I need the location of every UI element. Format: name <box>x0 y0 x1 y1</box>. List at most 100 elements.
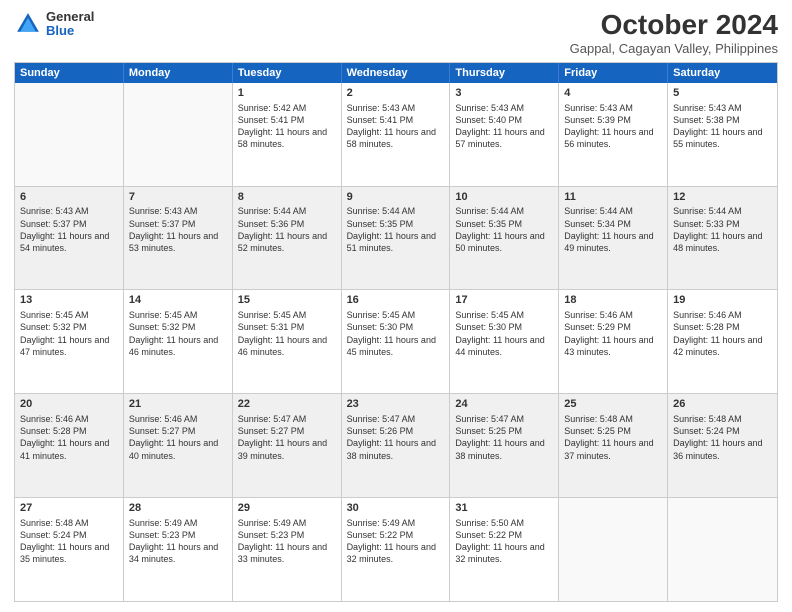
day-info: Sunset: 5:22 PM <box>455 529 553 541</box>
day-number: 31 <box>455 501 553 516</box>
day-info: Daylight: 11 hours and 38 minutes. <box>347 437 445 461</box>
day-info: Sunrise: 5:46 AM <box>129 413 227 425</box>
calendar-cell: 20Sunrise: 5:46 AMSunset: 5:28 PMDayligh… <box>15 394 124 497</box>
day-info: Sunset: 5:32 PM <box>20 321 118 333</box>
day-number: 2 <box>347 86 445 101</box>
day-info: Sunset: 5:34 PM <box>564 218 662 230</box>
day-info: Sunset: 5:26 PM <box>347 425 445 437</box>
calendar-cell: 27Sunrise: 5:48 AMSunset: 5:24 PMDayligh… <box>15 498 124 601</box>
weekday-header: Thursday <box>450 63 559 83</box>
day-info: Sunset: 5:41 PM <box>238 114 336 126</box>
day-info: Sunset: 5:38 PM <box>673 114 772 126</box>
weekday-header: Monday <box>124 63 233 83</box>
day-info: Sunrise: 5:49 AM <box>129 517 227 529</box>
calendar-cell: 6Sunrise: 5:43 AMSunset: 5:37 PMDaylight… <box>15 187 124 290</box>
calendar-cell: 21Sunrise: 5:46 AMSunset: 5:27 PMDayligh… <box>124 394 233 497</box>
calendar-cell: 26Sunrise: 5:48 AMSunset: 5:24 PMDayligh… <box>668 394 777 497</box>
day-info: Sunset: 5:29 PM <box>564 321 662 333</box>
day-number: 6 <box>20 190 118 205</box>
logo-text: General Blue <box>46 10 94 39</box>
calendar: SundayMondayTuesdayWednesdayThursdayFrid… <box>14 62 778 602</box>
day-info: Sunset: 5:28 PM <box>20 425 118 437</box>
day-info: Sunrise: 5:47 AM <box>455 413 553 425</box>
weekday-header: Wednesday <box>342 63 451 83</box>
day-info: Daylight: 11 hours and 37 minutes. <box>564 437 662 461</box>
month-title: October 2024 <box>570 10 778 41</box>
day-info: Sunrise: 5:49 AM <box>347 517 445 529</box>
day-info: Sunrise: 5:43 AM <box>20 205 118 217</box>
calendar-cell <box>124 83 233 186</box>
day-info: Sunrise: 5:50 AM <box>455 517 553 529</box>
day-number: 14 <box>129 293 227 308</box>
day-info: Daylight: 11 hours and 49 minutes. <box>564 230 662 254</box>
calendar-cell: 2Sunrise: 5:43 AMSunset: 5:41 PMDaylight… <box>342 83 451 186</box>
day-info: Daylight: 11 hours and 40 minutes. <box>129 437 227 461</box>
calendar-row: 13Sunrise: 5:45 AMSunset: 5:32 PMDayligh… <box>15 290 777 394</box>
day-info: Sunset: 5:37 PM <box>20 218 118 230</box>
calendar-cell: 1Sunrise: 5:42 AMSunset: 5:41 PMDaylight… <box>233 83 342 186</box>
day-number: 4 <box>564 86 662 101</box>
day-info: Sunset: 5:40 PM <box>455 114 553 126</box>
calendar-cell: 9Sunrise: 5:44 AMSunset: 5:35 PMDaylight… <box>342 187 451 290</box>
calendar-cell: 25Sunrise: 5:48 AMSunset: 5:25 PMDayligh… <box>559 394 668 497</box>
day-info: Daylight: 11 hours and 44 minutes. <box>455 334 553 358</box>
day-number: 12 <box>673 190 772 205</box>
calendar-cell: 4Sunrise: 5:43 AMSunset: 5:39 PMDaylight… <box>559 83 668 186</box>
day-number: 11 <box>564 190 662 205</box>
day-info: Sunset: 5:31 PM <box>238 321 336 333</box>
day-info: Sunrise: 5:43 AM <box>129 205 227 217</box>
day-info: Daylight: 11 hours and 51 minutes. <box>347 230 445 254</box>
calendar-cell: 23Sunrise: 5:47 AMSunset: 5:26 PMDayligh… <box>342 394 451 497</box>
day-info: Sunset: 5:24 PM <box>20 529 118 541</box>
day-info: Sunset: 5:41 PM <box>347 114 445 126</box>
day-info: Daylight: 11 hours and 54 minutes. <box>20 230 118 254</box>
day-info: Daylight: 11 hours and 57 minutes. <box>455 126 553 150</box>
day-number: 18 <box>564 293 662 308</box>
day-info: Daylight: 11 hours and 47 minutes. <box>20 334 118 358</box>
calendar-cell <box>559 498 668 601</box>
day-info: Sunrise: 5:43 AM <box>455 102 553 114</box>
page: General Blue October 2024 Gappal, Cagaya… <box>0 0 792 612</box>
day-info: Sunrise: 5:47 AM <box>347 413 445 425</box>
day-number: 10 <box>455 190 553 205</box>
weekday-header: Sunday <box>15 63 124 83</box>
calendar-cell <box>668 498 777 601</box>
day-info: Sunrise: 5:47 AM <box>238 413 336 425</box>
day-info: Daylight: 11 hours and 55 minutes. <box>673 126 772 150</box>
day-info: Sunrise: 5:44 AM <box>455 205 553 217</box>
day-number: 15 <box>238 293 336 308</box>
calendar-cell: 8Sunrise: 5:44 AMSunset: 5:36 PMDaylight… <box>233 187 342 290</box>
day-info: Daylight: 11 hours and 45 minutes. <box>347 334 445 358</box>
calendar-cell: 31Sunrise: 5:50 AMSunset: 5:22 PMDayligh… <box>450 498 559 601</box>
day-info: Sunrise: 5:48 AM <box>673 413 772 425</box>
day-info: Sunrise: 5:49 AM <box>238 517 336 529</box>
day-info: Sunset: 5:33 PM <box>673 218 772 230</box>
weekday-header: Tuesday <box>233 63 342 83</box>
day-number: 16 <box>347 293 445 308</box>
day-info: Sunset: 5:28 PM <box>673 321 772 333</box>
day-info: Sunset: 5:22 PM <box>347 529 445 541</box>
day-number: 5 <box>673 86 772 101</box>
day-info: Daylight: 11 hours and 41 minutes. <box>20 437 118 461</box>
day-info: Sunset: 5:39 PM <box>564 114 662 126</box>
day-number: 23 <box>347 397 445 412</box>
weekday-header: Saturday <box>668 63 777 83</box>
day-info: Daylight: 11 hours and 34 minutes. <box>129 541 227 565</box>
day-info: Daylight: 11 hours and 56 minutes. <box>564 126 662 150</box>
day-number: 26 <box>673 397 772 412</box>
day-number: 25 <box>564 397 662 412</box>
day-info: Daylight: 11 hours and 39 minutes. <box>238 437 336 461</box>
day-info: Daylight: 11 hours and 50 minutes. <box>455 230 553 254</box>
day-info: Sunrise: 5:45 AM <box>129 309 227 321</box>
day-info: Daylight: 11 hours and 58 minutes. <box>238 126 336 150</box>
day-info: Daylight: 11 hours and 52 minutes. <box>238 230 336 254</box>
calendar-cell: 30Sunrise: 5:49 AMSunset: 5:22 PMDayligh… <box>342 498 451 601</box>
calendar-cell: 10Sunrise: 5:44 AMSunset: 5:35 PMDayligh… <box>450 187 559 290</box>
logo: General Blue <box>14 10 94 39</box>
day-info: Sunset: 5:23 PM <box>129 529 227 541</box>
calendar-cell: 29Sunrise: 5:49 AMSunset: 5:23 PMDayligh… <box>233 498 342 601</box>
header: General Blue October 2024 Gappal, Cagaya… <box>14 10 778 56</box>
day-info: Sunrise: 5:42 AM <box>238 102 336 114</box>
day-info: Daylight: 11 hours and 43 minutes. <box>564 334 662 358</box>
day-info: Daylight: 11 hours and 32 minutes. <box>347 541 445 565</box>
